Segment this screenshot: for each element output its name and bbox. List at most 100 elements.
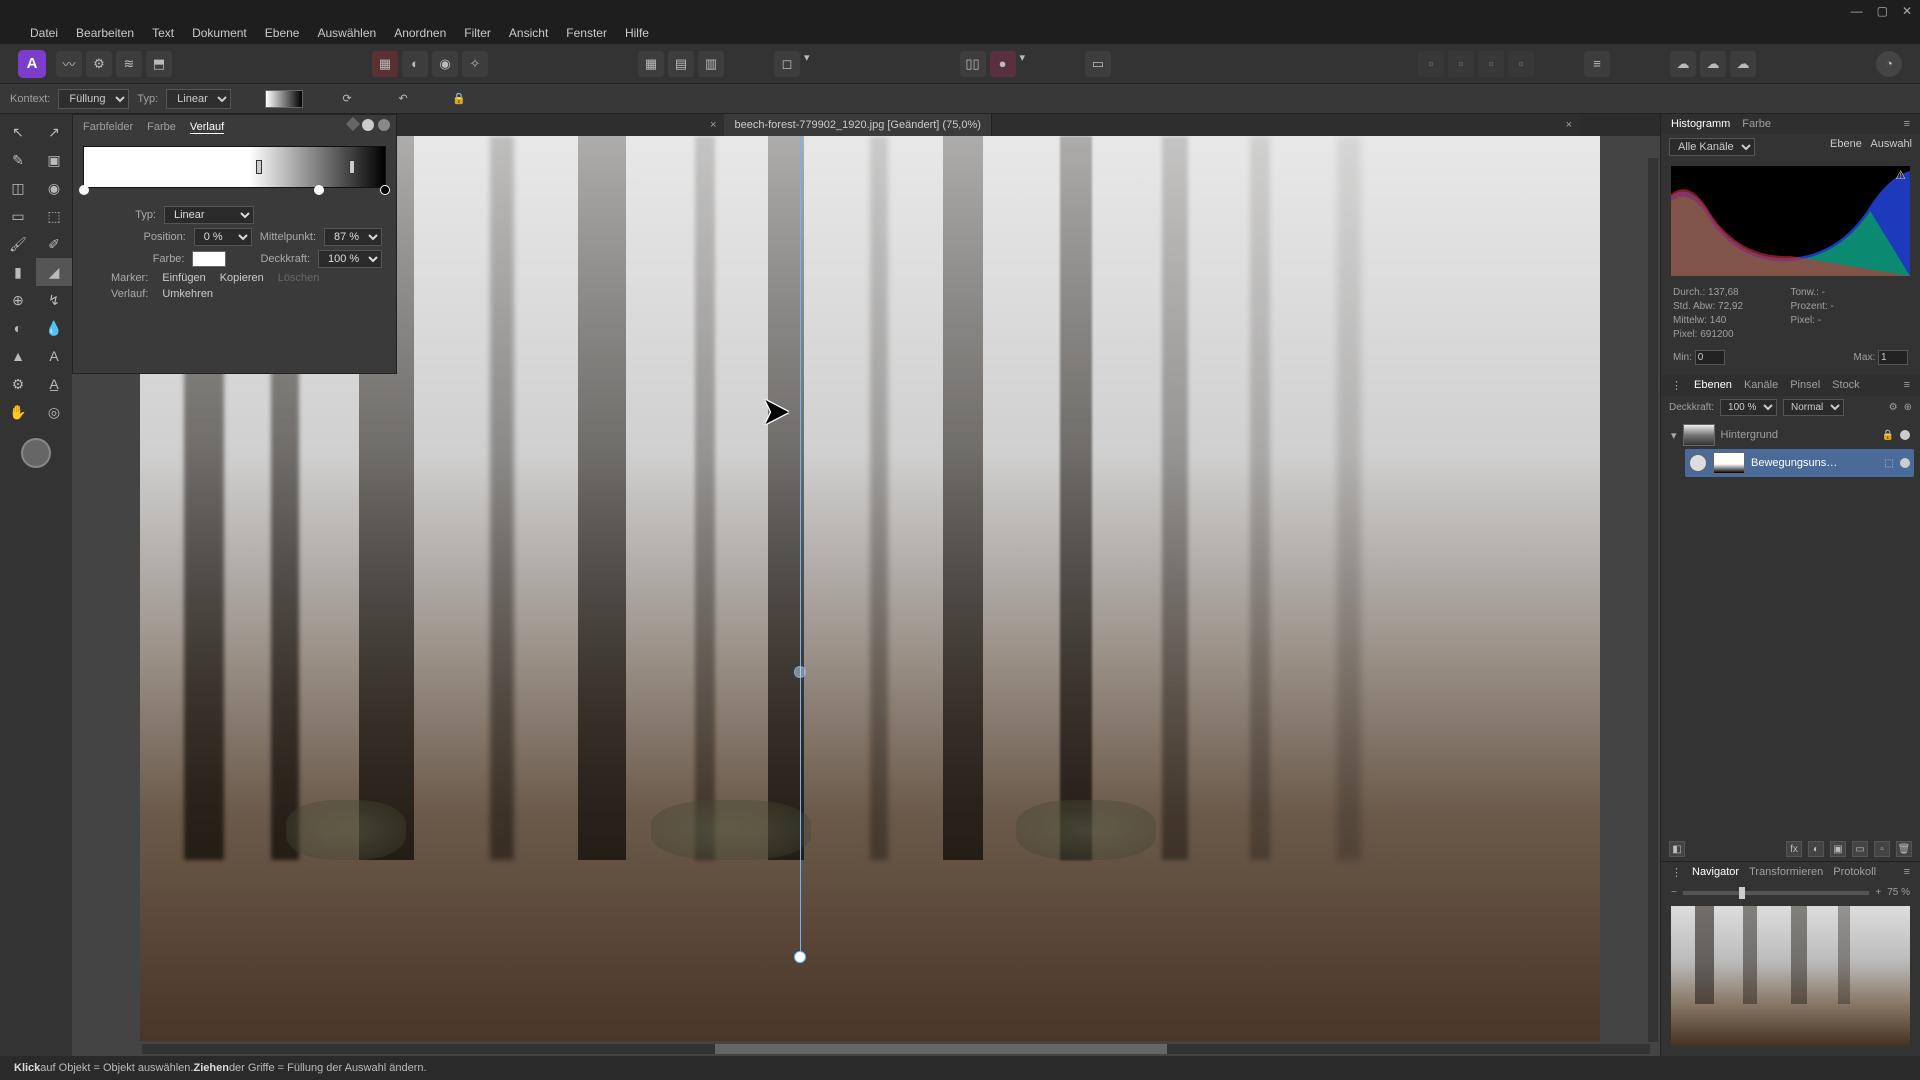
- fill-dropdown[interactable]: Füllung: [58, 89, 129, 109]
- document-tab-1[interactable]: beech-forest-779902_1920.jpg [Geändert] …: [724, 114, 991, 136]
- popover-tab-farbfelder[interactable]: Farbfelder: [83, 121, 133, 134]
- camera-icon[interactable]: ▭: [1085, 51, 1111, 77]
- tab-navigator[interactable]: Navigator: [1692, 866, 1739, 879]
- popover-tab-farbe[interactable]: Farbe: [147, 121, 176, 134]
- arrange-icon[interactable]: ▯▯: [960, 51, 986, 77]
- close-icon[interactable]: ✕: [1902, 4, 1912, 18]
- maximize-icon[interactable]: ▢: [1877, 4, 1888, 18]
- eraser-tool-icon[interactable]: ✐: [36, 230, 72, 258]
- marquee-tool-icon[interactable]: ▭: [0, 202, 36, 230]
- cloud-2-icon[interactable]: ☁: [1700, 51, 1726, 77]
- adjust-icon[interactable]: ◐: [402, 51, 428, 77]
- gradient-stop-mid[interactable]: [794, 666, 806, 678]
- user-avatar-icon[interactable]: ◔: [1876, 51, 1902, 77]
- layer-bewegungsunschaerfe[interactable]: Bewegungsuns… ⬚: [1685, 449, 1914, 477]
- node-tool-icon[interactable]: ↗: [36, 118, 72, 146]
- menu-text[interactable]: Text: [152, 26, 174, 40]
- layers-menu-icon[interactable]: ≡: [1904, 379, 1910, 392]
- menu-bearbeiten[interactable]: Bearbeiten: [76, 26, 134, 40]
- tab-kanaele[interactable]: Kanäle: [1744, 379, 1778, 392]
- fill-tool-icon[interactable]: ▮: [0, 258, 36, 286]
- zoom-slider[interactable]: [1683, 891, 1870, 895]
- hand-tool-icon[interactable]: ✋: [0, 398, 36, 426]
- gradient-midpoint-0[interactable]: [256, 160, 262, 174]
- artistic-text-icon[interactable]: A̲: [36, 370, 72, 398]
- persona-tone-icon[interactable]: ≋: [116, 51, 142, 77]
- dropdown-icon[interactable]: ▾: [804, 51, 810, 77]
- record-icon[interactable]: ●: [990, 51, 1016, 77]
- dropdown-icon[interactable]: ▾: [1020, 51, 1026, 77]
- auswahl-link[interactable]: Auswahl: [1870, 138, 1912, 150]
- menu-filter[interactable]: Filter: [464, 26, 491, 40]
- tab-ebenen[interactable]: Ebenen: [1694, 379, 1732, 392]
- persona-tools-icon[interactable]: ⚙: [86, 51, 112, 77]
- layer-hintergrund[interactable]: ▾ Hintergrund 🔒: [1667, 421, 1914, 449]
- blur-tool-icon[interactable]: 💧: [36, 314, 72, 342]
- menu-auswaehlen[interactable]: Auswählen: [317, 26, 376, 40]
- gradient-swatch[interactable]: [265, 90, 303, 108]
- layers-handle-icon[interactable]: ⋮: [1671, 379, 1682, 392]
- layer-lock-icon[interactable]: ⬚: [1885, 458, 1894, 469]
- primary-color-icon[interactable]: [362, 119, 374, 131]
- minimize-icon[interactable]: —: [1851, 4, 1863, 18]
- mask-mode-icon[interactable]: ◧: [1669, 841, 1685, 857]
- undo-icon[interactable]: ↶: [393, 89, 413, 109]
- menu-ansicht[interactable]: Ansicht: [509, 26, 548, 40]
- popover-tab-verlauf[interactable]: Verlauf: [190, 121, 224, 134]
- fx-icon[interactable]: fx: [1786, 841, 1802, 857]
- zoom-out-button[interactable]: −: [1671, 887, 1677, 898]
- group-icon[interactable]: ▭: [1852, 841, 1868, 857]
- smudge-tool-icon[interactable]: ↯: [36, 286, 72, 314]
- gradient-stop-2[interactable]: [380, 185, 390, 195]
- menu-anordnen[interactable]: Anordnen: [394, 26, 446, 40]
- color-wheel-icon[interactable]: ◉: [432, 51, 458, 77]
- palette-icon[interactable]: ▦: [372, 51, 398, 77]
- gp-copy-button[interactable]: Kopieren: [220, 272, 264, 284]
- zoom-in-button[interactable]: +: [1875, 887, 1881, 898]
- tab-pinsel[interactable]: Pinsel: [1790, 379, 1820, 392]
- gradient-line[interactable]: [800, 136, 801, 956]
- cloud-3-icon[interactable]: ☁: [1730, 51, 1756, 77]
- zoom-tool-icon[interactable]: ◎: [36, 398, 72, 426]
- menu-ebene[interactable]: Ebene: [265, 26, 300, 40]
- grid-selection-icon[interactable]: ▦: [638, 51, 664, 77]
- adjustment-icon[interactable]: ◐: [1808, 841, 1824, 857]
- tab-protokoll[interactable]: Protokoll: [1833, 866, 1876, 879]
- shape-tool-icon[interactable]: ▲: [0, 342, 36, 370]
- layer-lock-icon[interactable]: 🔒: [1882, 430, 1894, 441]
- wand-icon[interactable]: ✧: [462, 51, 488, 77]
- menu-dokument[interactable]: Dokument: [192, 26, 247, 40]
- gp-type-dropdown[interactable]: Linear: [164, 206, 254, 224]
- grid-ruler-icon[interactable]: ▤: [668, 51, 694, 77]
- gear-tool-icon[interactable]: ⚙: [0, 370, 36, 398]
- new-layer-icon[interactable]: ▫: [1874, 841, 1890, 857]
- move-tool-icon[interactable]: ↖: [0, 118, 36, 146]
- gradient-strip[interactable]: [83, 146, 386, 188]
- gradient-stop-0[interactable]: [79, 185, 89, 195]
- gradient-stop-1[interactable]: [314, 185, 324, 195]
- persona-photo-icon[interactable]: 〰: [56, 51, 82, 77]
- ebene-link[interactable]: Ebene: [1830, 138, 1862, 150]
- panel-menu-icon[interactable]: ≡: [1904, 118, 1910, 130]
- channels-dropdown[interactable]: Alle Kanäle: [1669, 138, 1755, 156]
- tab-stock[interactable]: Stock: [1832, 379, 1860, 392]
- gp-insert-button[interactable]: Einfügen: [162, 272, 205, 284]
- secondary-color-icon[interactable]: [378, 119, 390, 131]
- rotate-icon[interactable]: ⟳: [337, 89, 357, 109]
- layers-gear-icon[interactable]: ⚙: [1889, 402, 1898, 413]
- tab-histogramm[interactable]: Histogramm: [1671, 118, 1730, 130]
- crop-tool-icon[interactable]: ▣: [36, 146, 72, 174]
- selection-tool-icon[interactable]: ◫: [0, 174, 36, 202]
- horizontal-scrollbar[interactable]: [142, 1044, 1650, 1054]
- eyedropper-icon[interactable]: [346, 117, 360, 131]
- menu-fenster[interactable]: Fenster: [566, 26, 607, 40]
- gradient-stop-end[interactable]: [794, 951, 806, 963]
- navigator-preview[interactable]: [1671, 906, 1910, 1046]
- tab-farbe[interactable]: Farbe: [1742, 118, 1771, 130]
- brush-tool-icon[interactable]: 🖌: [0, 230, 36, 258]
- lasso-tool-icon[interactable]: ◉: [36, 174, 72, 202]
- layer-visibility-icon[interactable]: [1900, 430, 1910, 440]
- persona-export-icon[interactable]: ⬒: [146, 51, 172, 77]
- gradient-tool-icon[interactable]: ◢: [36, 258, 72, 286]
- align-icon[interactable]: ≡: [1584, 51, 1610, 77]
